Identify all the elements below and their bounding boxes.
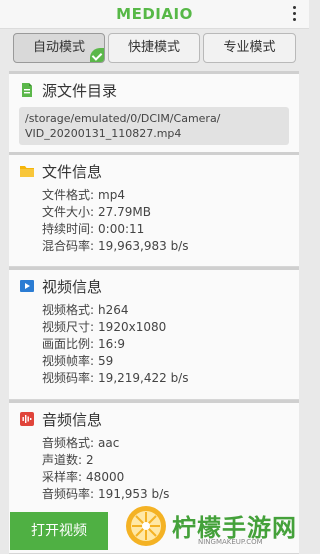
info-value: 59: [98, 354, 114, 368]
info-key: 视频格式:: [42, 303, 95, 317]
watermark-url: NINGMAKEUP.COM: [198, 538, 263, 546]
info-value: 19,219,422 b/s: [98, 371, 189, 385]
info-value: aac: [98, 436, 120, 450]
info-value: 0:00:11: [98, 222, 145, 236]
info-key: 文件格式:: [42, 188, 95, 202]
info-value: 48000: [86, 470, 125, 484]
audio-icon: [20, 412, 34, 426]
info-row: 声道数: 2: [42, 452, 169, 469]
file-info-title: 文件信息: [42, 163, 103, 181]
info-value: 19,963,983 b/s: [98, 239, 189, 253]
app-logo: MEDIAIO: [116, 5, 193, 23]
info-row: 音频码率: 191,953 b/s: [42, 486, 169, 503]
tab-quick-mode[interactable]: 快捷模式: [108, 33, 200, 63]
source-title: 源文件目录: [42, 82, 118, 100]
info-value: h264: [98, 303, 129, 317]
info-key: 画面比例:: [42, 337, 95, 351]
video-icon: [20, 280, 34, 292]
info-row: 画面比例: 16:9: [42, 336, 188, 353]
selected-check-icon: [90, 48, 104, 62]
info-row: 采样率: 48000: [42, 469, 169, 486]
info-row: 文件大小: 27.79MB: [42, 204, 188, 221]
info-key: 视频帧率:: [42, 354, 95, 368]
info-key: 混合码率:: [42, 239, 95, 253]
info-row: 混合码率: 19,963,983 b/s: [42, 238, 188, 255]
source-file-card: 源文件目录 /storage/emulated/0/DCIM/Camera/ V…: [9, 71, 299, 153]
watermark: 柠檬手游网 NINGMAKEUP.COM: [122, 502, 309, 550]
audio-info-title: 音频信息: [42, 411, 103, 429]
tab-pro-mode[interactable]: 专业模式: [203, 33, 296, 63]
info-value: 1920x1080: [98, 320, 167, 334]
info-key: 视频码率:: [42, 371, 95, 385]
file-info-list: 文件格式: mp4 文件大小: 27.79MB 持续时间: 0:00:11 混合码率:…: [42, 187, 188, 255]
tab-label: 专业模式: [223, 40, 276, 55]
source-path: /storage/emulated/0/DCIM/Camera/ VID_202…: [19, 107, 289, 145]
info-value: 191,953 b/s: [98, 487, 170, 501]
info-key: 音频码率:: [42, 487, 95, 501]
info-row: 持续时间: 0:00:11: [42, 221, 188, 238]
info-key: 声道数:: [42, 453, 83, 467]
info-row: 视频帧率: 59: [42, 353, 188, 370]
info-key: 文件大小:: [42, 205, 95, 219]
info-key: 持续时间:: [42, 222, 95, 236]
folder-icon: [20, 166, 34, 177]
video-info-list: 视频格式: h264 视频尺寸: 1920x1080 画面比例: 16:9 视频帧率:…: [42, 302, 188, 387]
file-info-card: 文件信息 文件格式: mp4 文件大小: 27.79MB 持续时间: 0:00:11 …: [9, 152, 299, 267]
info-key: 视频尺寸:: [42, 320, 95, 334]
audio-info-list: 音频格式: aac 声道数: 2 采样率: 48000 音频码率: 191,953 b/…: [42, 435, 169, 503]
info-key: 采样率:: [42, 470, 83, 484]
tab-auto-mode[interactable]: 自动模式: [13, 33, 105, 63]
info-row: 视频格式: h264: [42, 302, 188, 319]
tab-label: 快捷模式: [127, 40, 180, 55]
mode-tabs: 自动模式 快捷模式 专业模式: [13, 33, 296, 65]
app-bar: MEDIAIO: [0, 0, 309, 29]
video-info-card: 视频信息 视频格式: h264 视频尺寸: 1920x1080 画面比例: 16:9 …: [9, 267, 299, 400]
info-row: 文件格式: mp4: [42, 187, 188, 204]
info-row: 视频尺寸: 1920x1080: [42, 319, 188, 336]
info-value: 2: [86, 453, 94, 467]
video-info-title: 视频信息: [42, 278, 103, 296]
info-row: 音频格式: aac: [42, 435, 169, 452]
info-key: 音频格式:: [42, 436, 95, 450]
file-icon: [22, 83, 32, 97]
more-options-icon[interactable]: [293, 6, 297, 24]
info-value: 16:9: [98, 337, 125, 351]
info-row: 视频码率: 19,219,422 b/s: [42, 370, 188, 387]
info-value: 27.79MB: [98, 205, 151, 219]
lemon-logo-icon: [126, 506, 166, 546]
tab-label: 自动模式: [32, 40, 85, 55]
info-value: mp4: [98, 188, 125, 202]
open-video-button[interactable]: 打开视频: [10, 512, 108, 550]
